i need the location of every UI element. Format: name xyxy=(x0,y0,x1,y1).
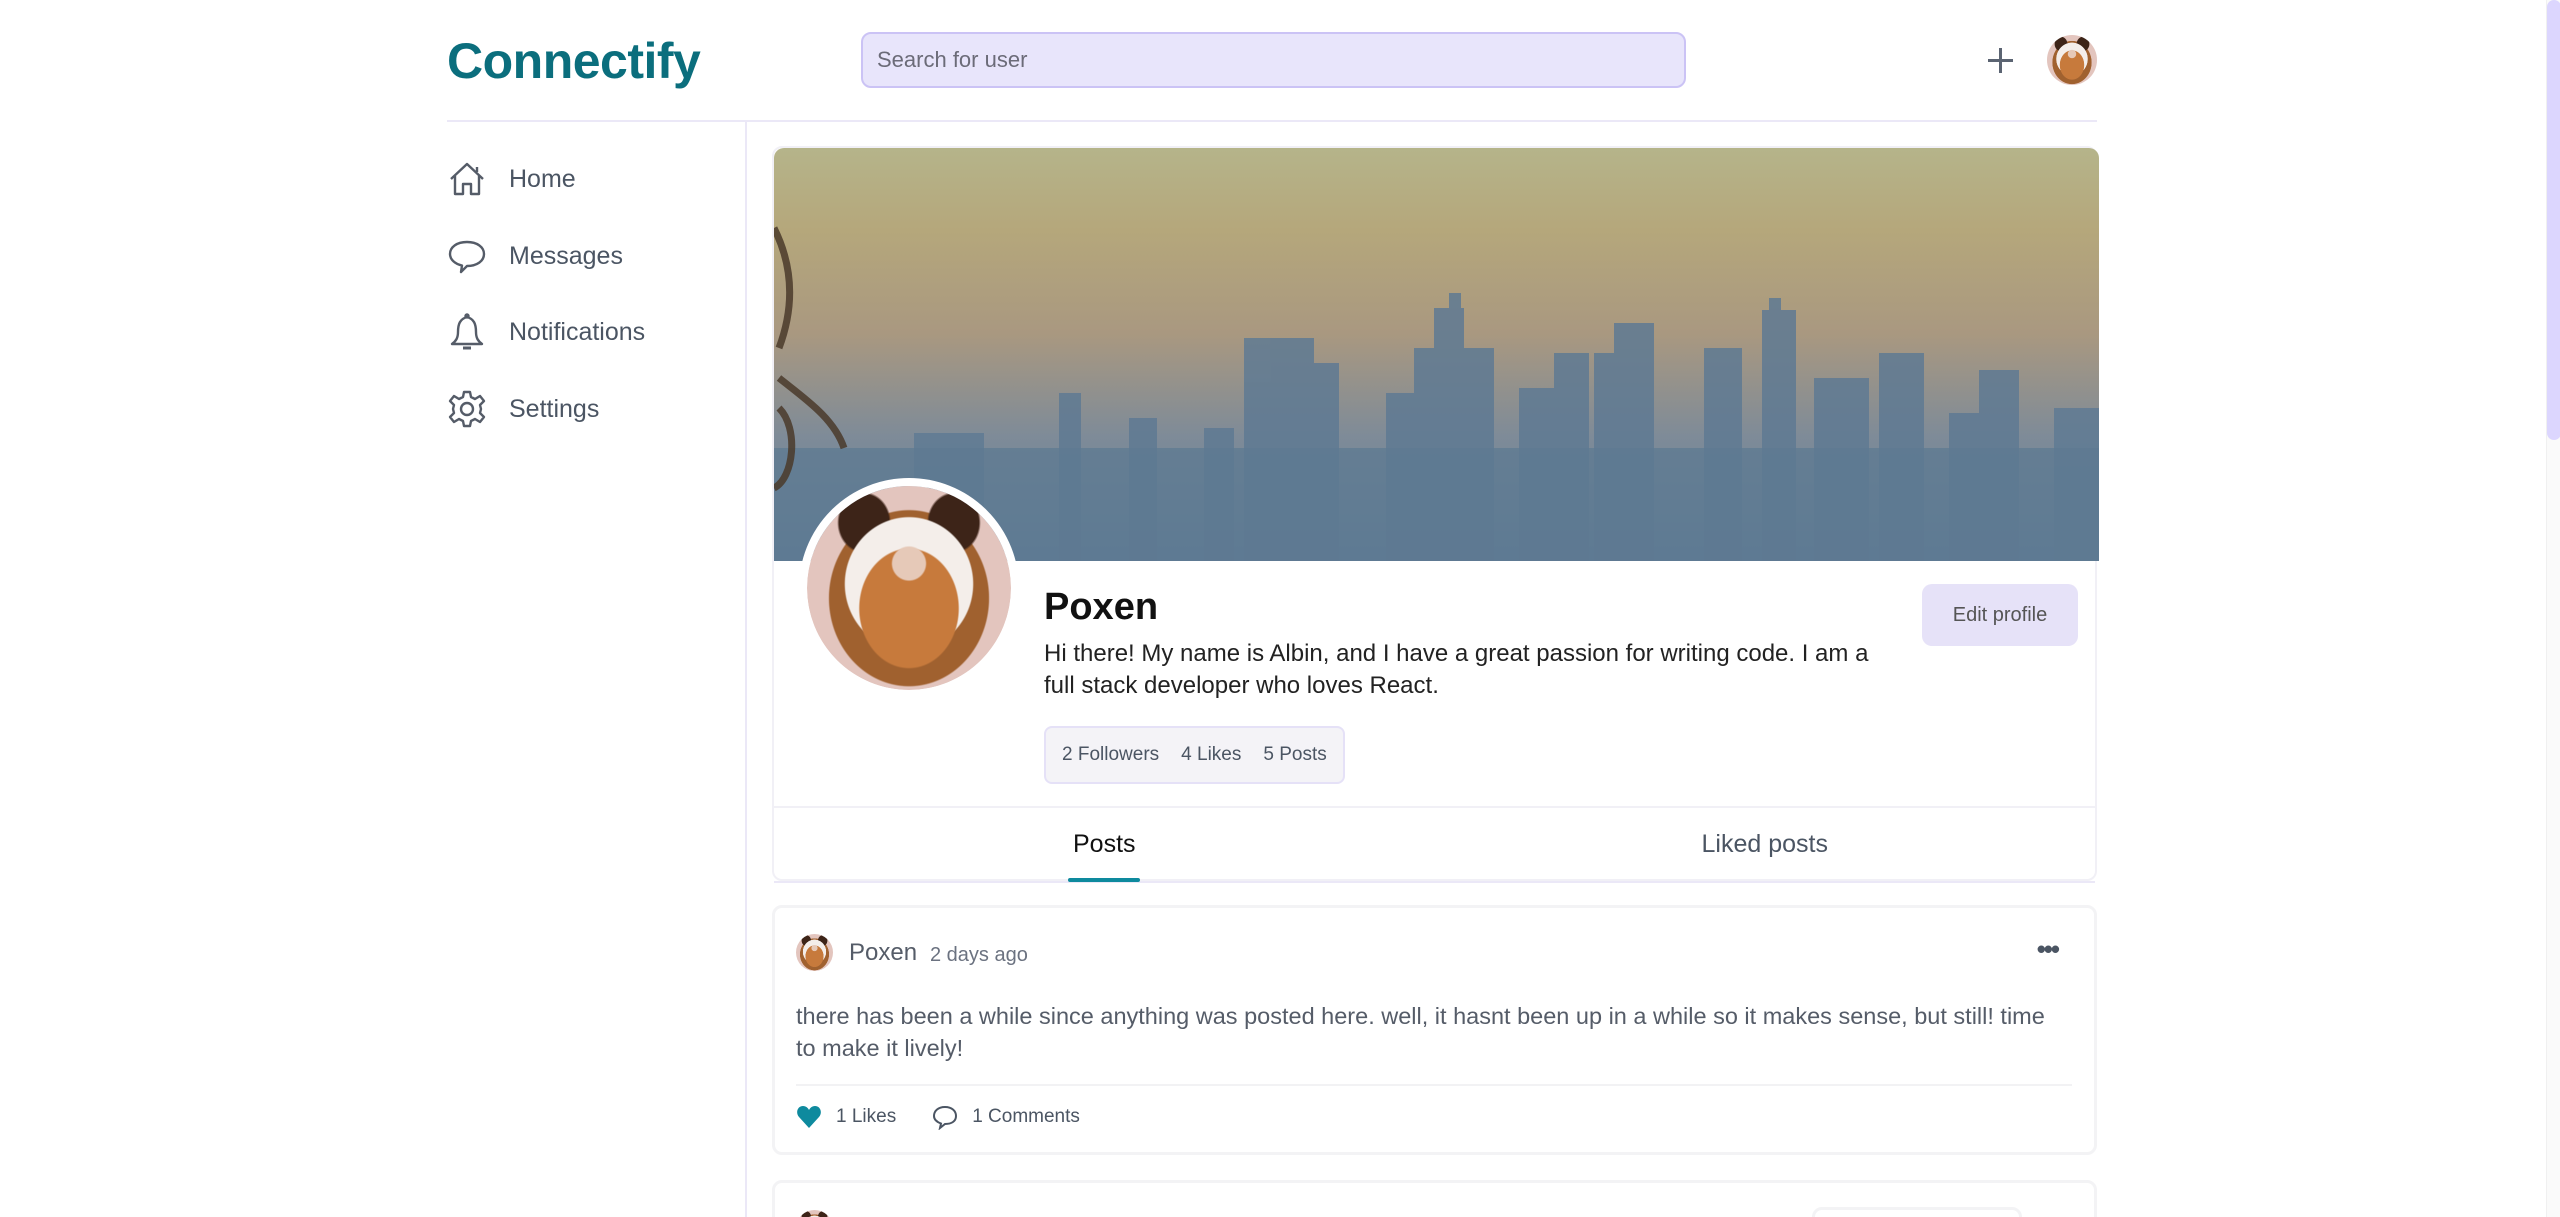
top-header: Connectify xyxy=(447,0,2097,122)
user-avatar-button[interactable] xyxy=(2047,35,2097,85)
sidebar-item-notifications[interactable]: Notifications xyxy=(447,307,645,357)
sidebar-item-label: Home xyxy=(509,164,576,193)
profile-stats: 2 Followers 4 Likes 5 Posts xyxy=(1044,726,1345,784)
followers-count[interactable]: 2 Followers xyxy=(1062,744,1159,766)
like-button[interactable]: 1 Likes xyxy=(796,1104,896,1130)
sidebar-item-settings[interactable]: Settings xyxy=(447,384,599,434)
post-author-avatar[interactable] xyxy=(796,1210,833,1217)
comments-button[interactable]: 1 Comments xyxy=(932,1104,1080,1130)
sidebar-item-label: Settings xyxy=(509,394,600,423)
create-post-button[interactable] xyxy=(1983,38,2017,82)
post-card xyxy=(772,1180,2097,1217)
post-text: there has been a while since anything wa… xyxy=(796,1003,2045,1061)
search-user-input[interactable] xyxy=(861,32,1686,88)
post-divider xyxy=(796,1084,2072,1086)
more-options-icon[interactable]: ••• xyxy=(2037,934,2060,965)
post-actions: 1 Likes 1 Comments xyxy=(796,1104,1116,1130)
comment-icon xyxy=(933,1105,958,1130)
scrollbar-thumb[interactable] xyxy=(2547,0,2560,440)
profile-tabs: Posts Liked posts xyxy=(774,806,2095,883)
sidebar-nav: Home Messages Notifications Settings xyxy=(447,122,747,1217)
sidebar-item-label: Messages xyxy=(509,241,623,270)
sidebar-item-label: Notifications xyxy=(509,317,646,346)
comments-count: 1 Comments xyxy=(972,1106,1080,1127)
gear-icon xyxy=(447,389,487,429)
post-badge xyxy=(1812,1207,2022,1217)
chat-bubble-icon xyxy=(447,236,487,276)
bell-icon xyxy=(447,312,487,352)
profile-name: Poxen xyxy=(1044,586,1159,628)
tab-posts[interactable]: Posts xyxy=(774,808,1435,881)
page-scrollbar[interactable] xyxy=(2546,0,2560,1217)
post-timestamp: 2 days ago xyxy=(930,944,1028,966)
sidebar-item-home[interactable]: Home xyxy=(447,154,576,204)
post-author-avatar[interactable] xyxy=(796,934,833,971)
posts-count: 5 Posts xyxy=(1263,744,1327,765)
edit-profile-button[interactable]: Edit profile xyxy=(1922,584,2078,646)
profile-avatar xyxy=(799,478,1019,698)
likes-count: 4 Likes xyxy=(1181,744,1242,765)
sidebar-item-messages[interactable]: Messages xyxy=(447,231,623,281)
heart-icon xyxy=(797,1106,821,1128)
app-logo[interactable]: Connectify xyxy=(447,32,701,90)
profile-card: Poxen Hi there! My name is Albin, and I … xyxy=(772,146,2099,883)
post-card: Poxen 2 days ago ••• there has been a wh… xyxy=(772,905,2097,1155)
profile-bio: Hi there! My name is Albin, and I have a… xyxy=(1044,640,1869,699)
likes-count: 1 Likes xyxy=(836,1106,897,1127)
post-author[interactable]: Poxen xyxy=(849,939,917,967)
home-icon xyxy=(447,159,487,199)
tab-liked-posts[interactable]: Liked posts xyxy=(1435,808,2096,881)
